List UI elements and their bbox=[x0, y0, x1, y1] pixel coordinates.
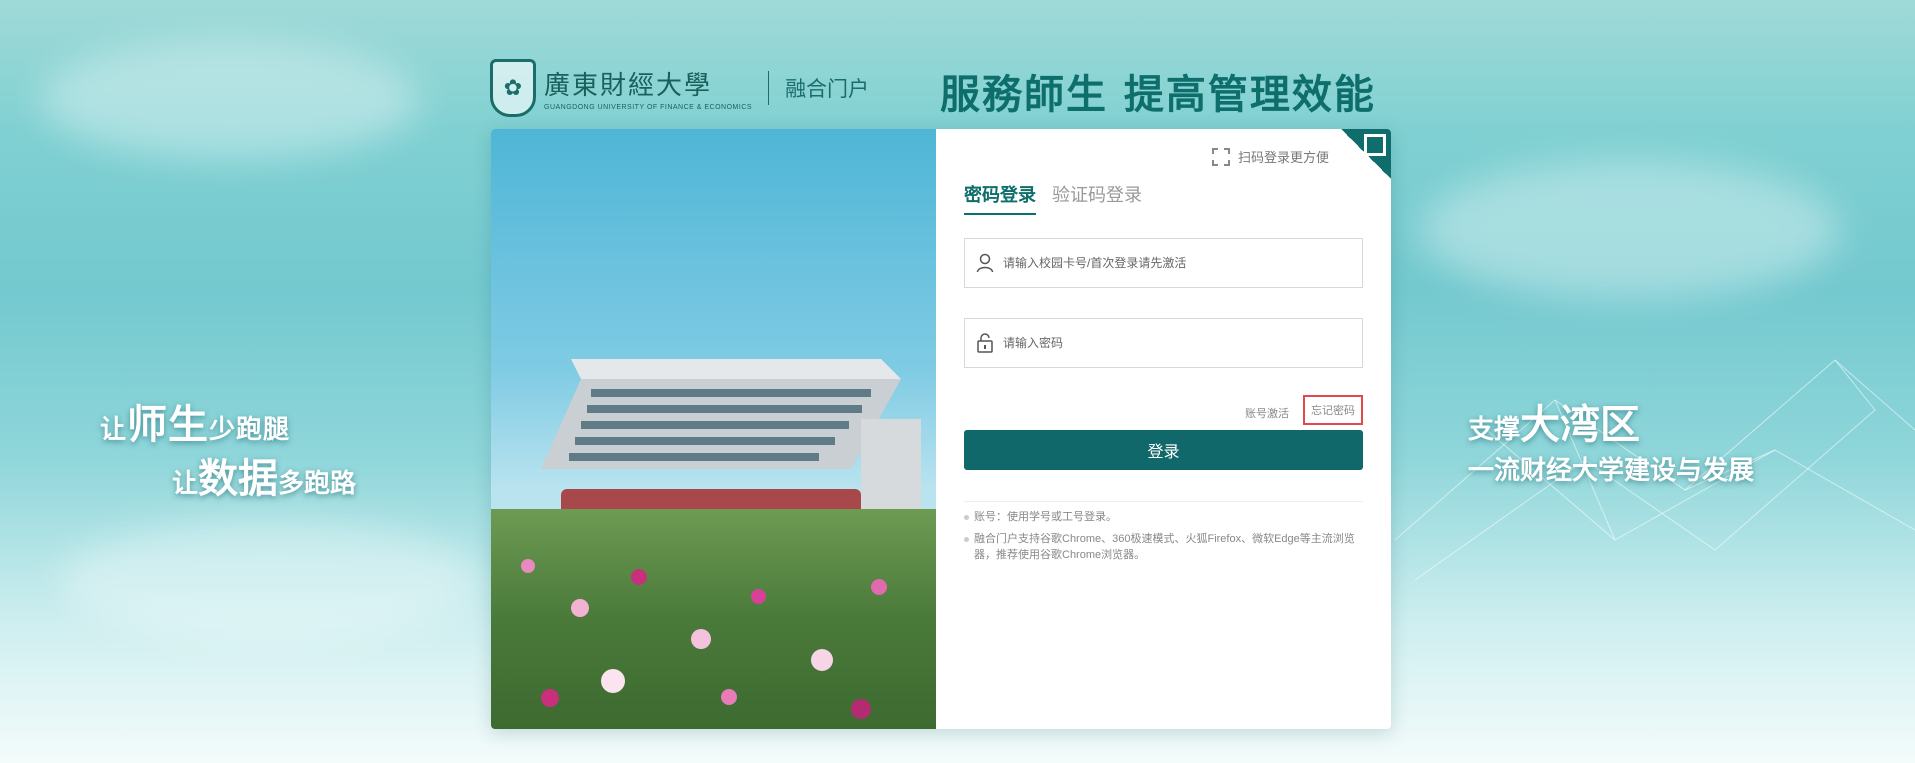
username-field[interactable] bbox=[964, 238, 1363, 288]
username-input[interactable] bbox=[1003, 256, 1343, 270]
university-name-cn: 廣東財經大學 bbox=[544, 71, 713, 101]
university-logo-text: 廣東財經大學 GUANGDONG UNIVERSITY OF FINANCE &… bbox=[544, 65, 752, 111]
lock-icon bbox=[975, 332, 995, 354]
flower bbox=[541, 689, 559, 707]
tab-code-login[interactable]: 验证码登录 bbox=[1052, 181, 1142, 215]
scan-icon bbox=[1211, 147, 1230, 166]
account-links: 账号激活 忘记密码 bbox=[1241, 395, 1363, 425]
bg-cloud bbox=[60, 520, 480, 640]
qr-login-toggle[interactable] bbox=[1341, 129, 1391, 179]
header-slogan: 服務師生 提高管理效能 bbox=[940, 71, 1376, 118]
login-tabs: 密码登录 验证码登录 bbox=[964, 181, 1142, 215]
slogan-right-l2: 一流财经大学建设与发展 bbox=[1468, 456, 1755, 486]
flower bbox=[871, 579, 887, 595]
portal-name: 融合门户 bbox=[785, 78, 870, 101]
flower bbox=[851, 699, 871, 719]
forgot-password-link[interactable]: 忘记密码 bbox=[1303, 395, 1363, 425]
flower bbox=[631, 569, 647, 585]
activate-account-link[interactable]: 账号激活 bbox=[1241, 401, 1293, 425]
tip-item: 账号：使用学号或工号登录。 bbox=[964, 509, 1369, 525]
slogan-left-l1-suffix: 少跑腿 bbox=[209, 415, 291, 445]
login-button[interactable]: 登录 bbox=[964, 430, 1363, 470]
bg-cloud bbox=[40, 40, 420, 160]
campus-photo bbox=[491, 129, 936, 729]
flower bbox=[721, 689, 737, 705]
tips-divider bbox=[964, 501, 1363, 502]
flower bbox=[571, 599, 589, 617]
tip-item: 融合门户支持谷歌Chrome、360极速模式、火狐Firefox、微软Edge等… bbox=[964, 531, 1369, 563]
login-form-panel: 扫码登录更方便 密码登录 验证码登录 账号激活 忘记密码 登录 账号：使用学号或… bbox=[936, 129, 1391, 729]
flower bbox=[521, 559, 535, 573]
qr-hint[interactable]: 扫码登录更方便 bbox=[1211, 147, 1329, 166]
flower bbox=[751, 589, 766, 604]
slogan-left-l2-suffix: 多跑路 bbox=[278, 469, 357, 499]
password-input[interactable] bbox=[1003, 336, 1343, 350]
user-icon bbox=[975, 252, 995, 274]
tab-password-login[interactable]: 密码登录 bbox=[964, 181, 1036, 215]
flower bbox=[601, 669, 625, 693]
login-tips: 账号：使用学号或工号登录。 融合门户支持谷歌Chrome、360极速模式、火狐F… bbox=[964, 509, 1369, 569]
slogan-right-l1-big: 大湾区 bbox=[1520, 401, 1641, 448]
university-emblem-icon: ✿ bbox=[490, 59, 536, 117]
login-card: 扫码登录更方便 密码登录 验证码登录 账号激活 忘记密码 登录 账号：使用学号或… bbox=[491, 129, 1391, 729]
flower bbox=[811, 649, 833, 671]
slogan-right-l1-prefix: 支撑 bbox=[1468, 415, 1521, 445]
slogan-left-l2-prefix: 让 bbox=[172, 469, 199, 499]
slogan-right: 支撑大湾区 一流财经大学建设与发展 bbox=[1468, 392, 1754, 487]
slogan-left-l1-big: 师生 bbox=[127, 401, 210, 448]
university-name-en: GUANGDONG UNIVERSITY OF FINANCE & ECONOM… bbox=[544, 104, 753, 111]
bg-cloud bbox=[1420, 160, 1840, 300]
qr-hint-text: 扫码登录更方便 bbox=[1237, 150, 1329, 165]
slogan-left-l1-prefix: 让 bbox=[100, 415, 128, 445]
header: ✿ 廣東財經大學 GUANGDONG UNIVERSITY OF FINANCE… bbox=[490, 56, 869, 120]
slogan-left-l2-big: 数据 bbox=[198, 455, 279, 502]
header-divider bbox=[768, 71, 770, 105]
slogan-left: 让师生少跑腿 让数据多跑路 bbox=[100, 392, 356, 504]
flower bbox=[691, 629, 711, 649]
password-field[interactable] bbox=[964, 318, 1363, 368]
qr-code-icon bbox=[1364, 134, 1386, 156]
